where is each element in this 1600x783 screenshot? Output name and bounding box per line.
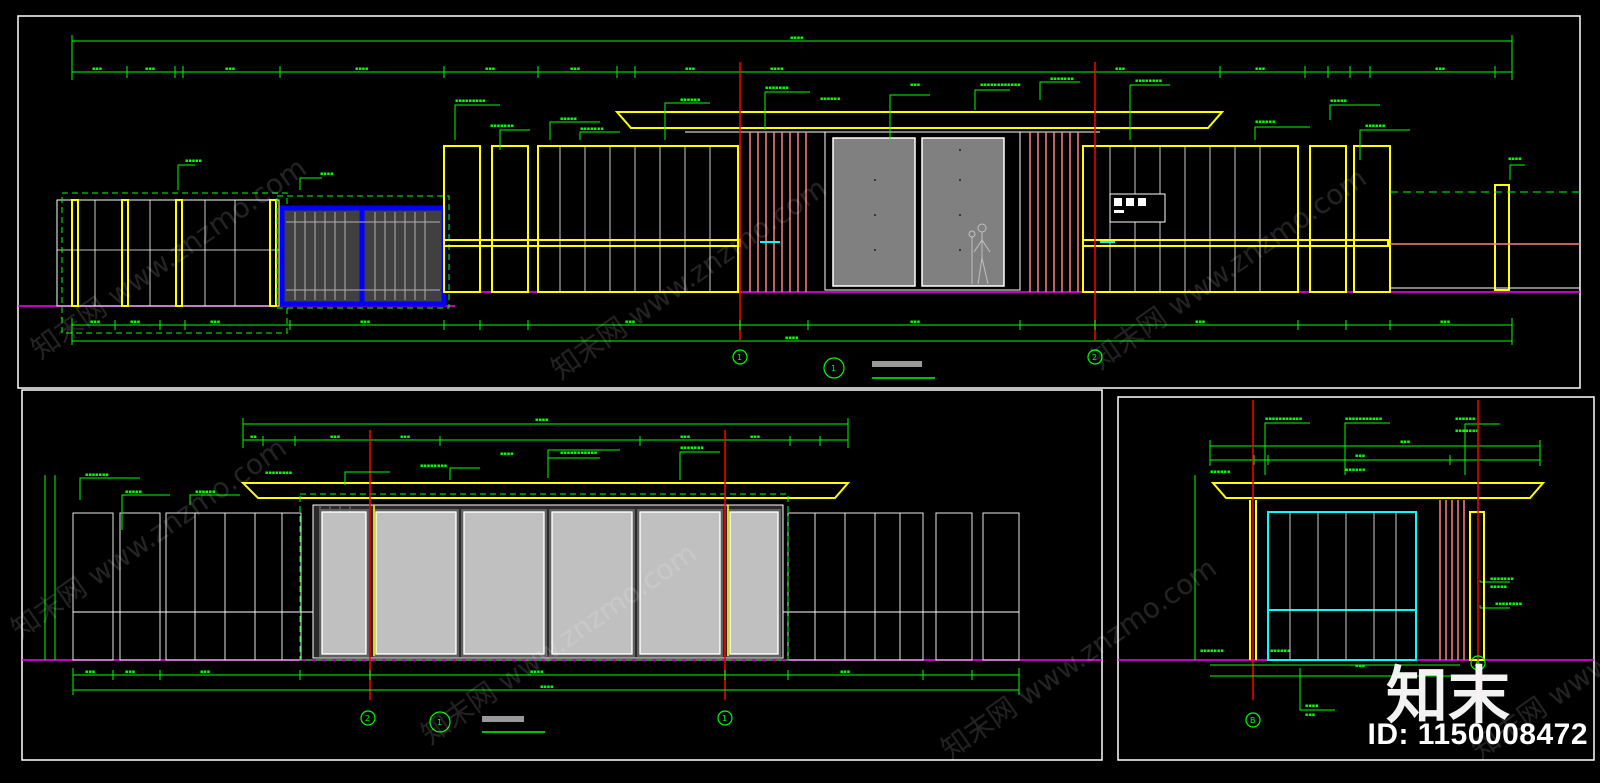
svg-text:▪▪▪▪: ▪▪▪▪ (535, 417, 549, 423)
svg-text:▪▪▪: ▪▪▪ (1255, 66, 1265, 72)
svg-text:▪▪: ▪▪ (250, 434, 257, 440)
svg-text:▪▪▪▪▪▪▪▪: ▪▪▪▪▪▪▪▪ (420, 463, 447, 469)
svg-text:▪▪▪: ▪▪▪ (225, 66, 235, 72)
svg-text:▪▪▪▪▪▪▪▪: ▪▪▪▪▪▪▪▪ (1135, 78, 1162, 84)
svg-text:▪▪▪▪▪▪▪: ▪▪▪▪▪▪▪ (680, 445, 704, 451)
svg-text:▪▪▪▪: ▪▪▪▪ (770, 66, 784, 72)
svg-text:▪▪▪: ▪▪▪ (85, 669, 95, 675)
svg-text:▪▪▪: ▪▪▪ (1305, 712, 1315, 718)
svg-text:▪▪▪: ▪▪▪ (330, 434, 340, 440)
gate-panel-3 (463, 511, 545, 655)
svg-text:▪▪▪▪▪▪▪: ▪▪▪▪▪▪▪ (1490, 576, 1514, 582)
svg-text:▪▪▪: ▪▪▪ (130, 319, 140, 325)
svg-text:▪▪▪▪▪: ▪▪▪▪▪ (1490, 584, 1507, 590)
axis-label-B: B (1250, 716, 1256, 725)
svg-text:知末网 www.znzmo.com: 知末网 www.znzmo.com (935, 551, 1222, 766)
svg-text:▪▪▪▪: ▪▪▪▪ (1305, 703, 1319, 709)
svg-text:▪▪▪▪▪▪: ▪▪▪▪▪▪ (820, 96, 840, 102)
svg-text:知末网 www.znzmo.com: 知末网 www.znzmo.com (1085, 161, 1372, 376)
gate-panel-1 (321, 511, 367, 655)
svg-text:▪▪▪: ▪▪▪ (685, 66, 695, 72)
svg-text:▪▪▪▪▪▪▪▪▪▪▪: ▪▪▪▪▪▪▪▪▪▪▪ (560, 450, 597, 456)
svg-text:▪▪▪▪▪▪: ▪▪▪▪▪▪ (1455, 416, 1475, 422)
svg-text:▪▪▪▪▪▪▪: ▪▪▪▪▪▪▪ (765, 85, 789, 91)
svg-text:▪▪▪▪: ▪▪▪▪ (1508, 156, 1522, 162)
svg-text:▪▪▪▪▪▪▪▪▪: ▪▪▪▪▪▪▪▪▪ (455, 98, 486, 104)
svg-text:▪▪▪▪▪▪▪: ▪▪▪▪▪▪▪ (580, 126, 604, 132)
svg-text:▪▪▪: ▪▪▪ (1195, 319, 1205, 325)
bottom-left-elevation: ▪▪▪▪ ▪▪ ▪▪▪ ▪▪▪ ▪▪▪ ▪▪▪ ▪▪▪▪▪▪▪▪▪▪▪▪ ▪▪▪… (22, 417, 1102, 733)
svg-text:▪▪▪: ▪▪▪ (145, 66, 155, 72)
svg-text:▪▪▪▪▪▪▪: ▪▪▪▪▪▪▪ (1455, 428, 1479, 434)
svg-text:▪▪▪: ▪▪▪ (1440, 319, 1450, 325)
svg-text:▪▪▪▪▪: ▪▪▪▪▪ (560, 116, 577, 122)
axis-label-1: 1 (737, 353, 742, 362)
svg-text:▪▪▪▪▪▪▪▪: ▪▪▪▪▪▪▪▪ (1495, 601, 1522, 607)
svg-text:▪▪▪: ▪▪▪ (570, 66, 580, 72)
svg-text:▪▪▪: ▪▪▪ (750, 434, 760, 440)
svg-text:▪▪▪▪▪▪: ▪▪▪▪▪▪ (680, 97, 700, 103)
svg-text:▪▪▪▪▪▪: ▪▪▪▪▪▪ (1255, 119, 1275, 125)
svg-text:▪▪▪: ▪▪▪ (92, 66, 102, 72)
gate-panel-2 (375, 511, 457, 655)
svg-text:▪▪▪: ▪▪▪ (840, 669, 850, 675)
main-door-right (921, 137, 1005, 287)
svg-text:▪▪▪▪▪▪▪▪▪▪▪▪: ▪▪▪▪▪▪▪▪▪▪▪▪ (980, 82, 1021, 88)
svg-text:▪▪▪: ▪▪▪ (360, 319, 370, 325)
view-number: 1 (831, 364, 836, 373)
svg-text:▪▪▪▪: ▪▪▪▪ (790, 35, 804, 41)
cad-drawing: ▪▪▪▪ ▪▪▪ ▪▪▪ ▪▪▪ ▪▪▪▪ ▪▪▪ ▪▪▪ ▪▪▪ ▪▪▪▪ ▪▪▪ ▪▪▪… (5, 15, 1600, 766)
svg-text:▪▪▪: ▪▪▪ (910, 319, 920, 325)
svg-text:▪▪▪▪: ▪▪▪▪ (320, 171, 334, 177)
axis-label-1: 1 (722, 714, 727, 723)
svg-text:▪▪▪▪: ▪▪▪▪ (540, 684, 554, 690)
svg-text:▪▪▪▪: ▪▪▪▪ (355, 66, 369, 72)
svg-text:▪▪▪▪▪▪▪▪▪▪▪: ▪▪▪▪▪▪▪▪▪▪▪ (1345, 416, 1382, 422)
svg-text:▪▪▪▪▪▪▪: ▪▪▪▪▪▪▪ (85, 472, 109, 478)
svg-text:▪▪▪: ▪▪▪ (910, 82, 920, 88)
svg-text:▪▪▪▪▪▪: ▪▪▪▪▪▪ (1210, 469, 1230, 475)
svg-text:▪▪▪: ▪▪▪ (1400, 439, 1410, 445)
svg-text:▪▪▪▪▪▪: ▪▪▪▪▪▪ (1365, 123, 1385, 129)
svg-text:▪▪▪: ▪▪▪ (485, 66, 495, 72)
svg-text:▪▪▪: ▪▪▪ (1355, 453, 1365, 459)
svg-text:▪▪▪▪▪▪: ▪▪▪▪▪▪ (1270, 648, 1290, 654)
gate-panel-6 (729, 511, 779, 655)
svg-text:▪▪▪▪▪▪▪▪▪▪▪: ▪▪▪▪▪▪▪▪▪▪▪ (1265, 416, 1302, 422)
svg-text:▪▪▪▪▪▪▪: ▪▪▪▪▪▪▪ (490, 123, 514, 129)
svg-text:▪▪▪: ▪▪▪ (1355, 663, 1365, 669)
svg-text:▪▪▪: ▪▪▪ (210, 319, 220, 325)
svg-text:▪▪▪: ▪▪▪ (680, 434, 690, 440)
axis-label-2: 2 (365, 714, 370, 723)
svg-text:▪▪▪▪▪: ▪▪▪▪▪ (1330, 98, 1347, 104)
svg-text:▪▪▪▪▪: ▪▪▪▪▪ (125, 489, 142, 495)
svg-text:▪▪▪▪: ▪▪▪▪ (500, 451, 514, 457)
svg-text:▪▪▪▪▪▪: ▪▪▪▪▪▪ (1345, 467, 1365, 473)
svg-text:▪▪▪: ▪▪▪ (200, 669, 210, 675)
svg-text:▪▪▪▪▪▪▪: ▪▪▪▪▪▪▪ (1200, 648, 1224, 654)
svg-text:▪▪▪: ▪▪▪ (400, 434, 410, 440)
svg-text:▪▪▪: ▪▪▪ (125, 669, 135, 675)
main-door-left (832, 137, 916, 287)
svg-text:▪▪▪▪: ▪▪▪▪ (785, 335, 799, 341)
svg-text:▪▪▪▪▪▪▪: ▪▪▪▪▪▪▪ (1050, 76, 1074, 82)
svg-text:▪▪▪▪▪: ▪▪▪▪▪ (185, 158, 202, 164)
svg-text:▪▪▪: ▪▪▪ (1435, 66, 1445, 72)
svg-text:▪▪▪: ▪▪▪ (1115, 66, 1125, 72)
image-id: ID: 1150008472 (1367, 718, 1588, 751)
svg-text:知末网 www.znzmo.com: 知末网 www.znzmo.com (5, 431, 292, 646)
